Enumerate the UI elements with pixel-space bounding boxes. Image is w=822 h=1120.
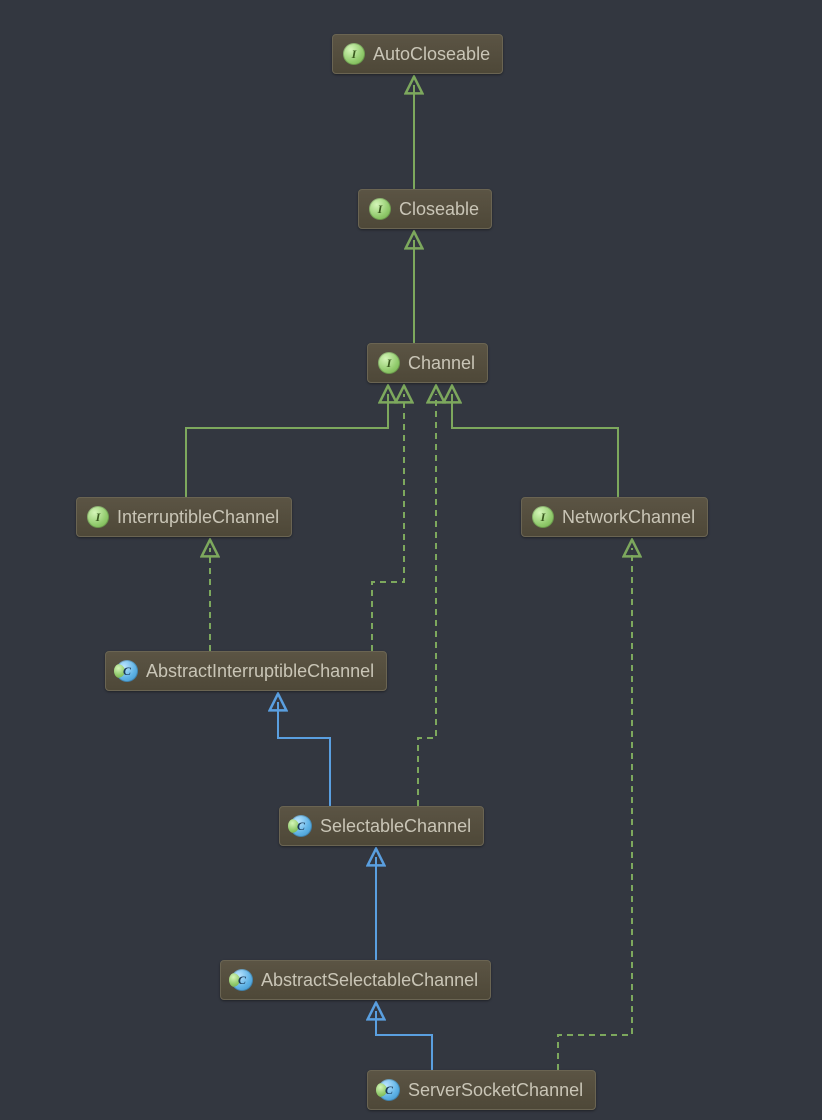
abstract-class-icon: C [116, 660, 138, 682]
node-label: AutoCloseable [373, 44, 490, 65]
node-abstract-selectable-channel[interactable]: C AbstractSelectableChannel [220, 960, 491, 1000]
node-abstract-interruptible-channel[interactable]: C AbstractInterruptibleChannel [105, 651, 387, 691]
node-closeable[interactable]: I Closeable [358, 189, 492, 229]
node-label: NetworkChannel [562, 507, 695, 528]
abstract-class-icon: C [231, 969, 253, 991]
diagram-edges [0, 0, 822, 1120]
node-channel[interactable]: I Channel [367, 343, 488, 383]
node-server-socket-channel[interactable]: C ServerSocketChannel [367, 1070, 596, 1110]
interface-icon: I [87, 506, 109, 528]
node-label: Closeable [399, 199, 479, 220]
node-label: AbstractSelectableChannel [261, 970, 478, 991]
interface-icon: I [378, 352, 400, 374]
interface-icon: I [369, 198, 391, 220]
node-label: Channel [408, 353, 475, 374]
abstract-class-icon: C [290, 815, 312, 837]
abstract-class-icon: C [378, 1079, 400, 1101]
node-selectable-channel[interactable]: C SelectableChannel [279, 806, 484, 846]
interface-icon: I [532, 506, 554, 528]
node-label: SelectableChannel [320, 816, 471, 837]
node-label: ServerSocketChannel [408, 1080, 583, 1101]
node-autocloseable[interactable]: I AutoCloseable [332, 34, 503, 74]
node-interruptible-channel[interactable]: I InterruptibleChannel [76, 497, 292, 537]
node-label: InterruptibleChannel [117, 507, 279, 528]
node-label: AbstractInterruptibleChannel [146, 661, 374, 682]
node-network-channel[interactable]: I NetworkChannel [521, 497, 708, 537]
interface-icon: I [343, 43, 365, 65]
